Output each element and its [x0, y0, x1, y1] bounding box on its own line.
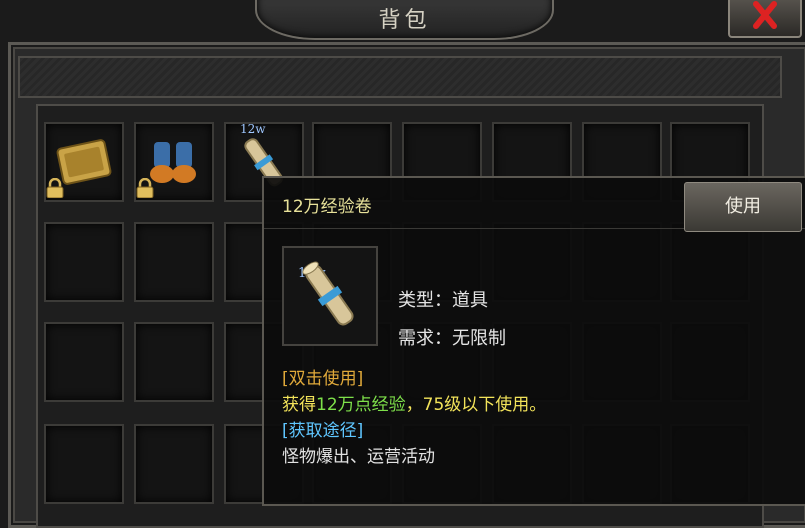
item-badge: 12w — [240, 122, 266, 136]
item-icon-frame: 12w — [282, 246, 378, 346]
frame-header-bar — [18, 56, 782, 98]
lock-icon — [46, 178, 64, 198]
lock-icon — [136, 178, 154, 198]
item-tooltip: 12万经验卷 使用 12w 类型：道具 需求：无限制 [双击使用] 获得12万点… — [262, 176, 805, 506]
inventory-slot[interactable] — [134, 122, 214, 202]
item-requirement: 需求：无限制 — [398, 324, 506, 350]
window-title: 背包 — [378, 8, 431, 33]
inventory-slot[interactable] — [134, 424, 214, 504]
inventory-slot[interactable] — [44, 424, 124, 504]
use-button[interactable]: 使用 — [684, 182, 802, 232]
inventory-slot[interactable] — [134, 222, 214, 302]
inventory-slot[interactable] — [44, 122, 124, 202]
section-use-title: [双击使用] — [282, 369, 364, 389]
tooltip-description: [双击使用] 获得12万点经验，75级以下使用。 [获取途径] 怪物爆出、运营活… — [282, 366, 546, 470]
close-icon — [753, 1, 777, 29]
inventory-slot[interactable] — [134, 322, 214, 402]
window-title-tab: 背包 — [255, 0, 554, 40]
use-suffix: ，75级以下使用。 — [405, 395, 547, 415]
close-button[interactable] — [728, 0, 802, 38]
section-source-title: [获取途径] — [282, 421, 364, 441]
scroll-icon — [302, 261, 354, 326]
source-text: 怪物爆出、运营活动 — [282, 447, 435, 467]
use-highlight: 12万点经验 — [316, 395, 406, 415]
item-name: 12万经验卷 — [282, 197, 372, 217]
type-label: 类型： — [398, 290, 452, 311]
inventory-slot[interactable] — [44, 322, 124, 402]
use-prefix: 获得 — [282, 395, 316, 415]
use-effect-line: 获得12万点经验，75级以下使用。 — [282, 392, 546, 418]
type-value: 道具 — [452, 290, 488, 311]
inventory-slot[interactable] — [44, 222, 124, 302]
item-type: 类型：道具 — [398, 286, 488, 312]
req-label: 需求： — [398, 328, 452, 349]
tooltip-header: 12万经验卷 使用 — [264, 178, 805, 232]
req-value: 无限制 — [452, 328, 506, 349]
